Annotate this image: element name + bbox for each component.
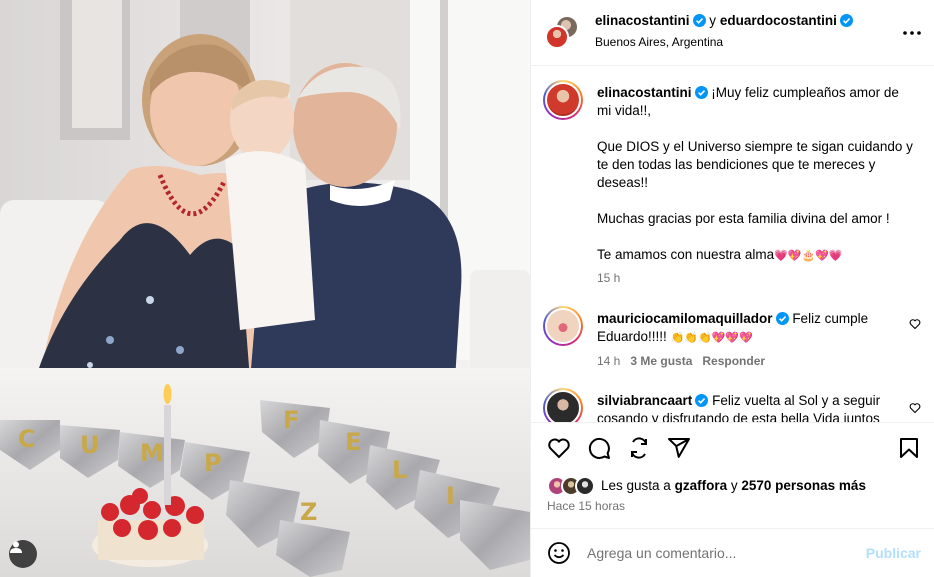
share-icon[interactable] bbox=[627, 436, 651, 460]
banner-letter: U bbox=[80, 431, 100, 459]
comment-likes-link[interactable]: 3 Me gusta bbox=[630, 354, 692, 368]
heart-emoji: 💖 bbox=[725, 331, 740, 344]
comment-username-link[interactable]: silviabrancaart bbox=[597, 393, 692, 408]
caption-username-link[interactable]: elinacostantini bbox=[597, 85, 692, 100]
more-options-button[interactable] bbox=[903, 24, 921, 35]
coauthor-username-link[interactable]: eduardocostantini bbox=[720, 13, 837, 28]
author-username-link[interactable]: elinacostantini bbox=[595, 13, 690, 28]
banner-letter: I bbox=[446, 482, 455, 510]
avatar bbox=[575, 476, 595, 496]
post-actions bbox=[531, 422, 934, 472]
clap-emoji: 👏 bbox=[697, 331, 712, 344]
cake-emoji: 🎂 bbox=[801, 249, 816, 262]
save-icon[interactable] bbox=[897, 436, 921, 460]
comment-composer: Publicar bbox=[531, 528, 934, 577]
location-link[interactable]: Buenos Aires, Argentina bbox=[595, 35, 723, 49]
post-side-panel: elinacostantini y eduardocostantini Buen… bbox=[530, 0, 934, 577]
caption-line: Muchas gracias por esta familia divina d… bbox=[597, 211, 890, 226]
caption-time[interactable]: 15 h bbox=[597, 271, 620, 285]
caption-line: Que DIOS y el Universo siempre te sigan … bbox=[597, 139, 913, 190]
comment-like-heart-icon[interactable] bbox=[909, 318, 921, 330]
heart-emoji: 💖 bbox=[711, 331, 726, 344]
likes-joiner: y bbox=[730, 478, 738, 493]
banner-letter: Z bbox=[300, 498, 317, 526]
comment-avatar[interactable] bbox=[543, 388, 583, 422]
likes-prefix: Les gusta a bbox=[601, 478, 671, 493]
comment-username-link[interactable]: mauriciocamilomaquillador bbox=[597, 311, 773, 326]
banner-letter: C bbox=[18, 425, 36, 453]
comment-time[interactable]: 14 h bbox=[597, 354, 620, 368]
likes-count-link[interactable]: 2570 personas más bbox=[741, 478, 866, 493]
emoji-icon[interactable] bbox=[547, 541, 571, 565]
user-tag-button[interactable] bbox=[9, 540, 37, 568]
comment-icon[interactable] bbox=[587, 436, 611, 460]
more-icon bbox=[903, 31, 921, 35]
collab-avatars[interactable] bbox=[545, 15, 581, 51]
post-header: elinacostantini y eduardocostantini Buen… bbox=[531, 0, 934, 66]
verified-badge-icon bbox=[839, 14, 853, 27]
heart-emoji: 💖 bbox=[739, 331, 753, 344]
clap-emoji: 👏 bbox=[670, 331, 685, 344]
comment-avatar[interactable] bbox=[543, 306, 583, 346]
banner-letter: M bbox=[140, 439, 164, 467]
comment-like-heart-icon[interactable] bbox=[909, 402, 921, 414]
heart-emoji: 💖 bbox=[815, 249, 829, 262]
banner-letter: E bbox=[345, 428, 361, 456]
user-tag-icon bbox=[10, 541, 22, 553]
comment-input[interactable] bbox=[587, 542, 847, 564]
heart-emoji: 💗 bbox=[828, 249, 843, 262]
caption-line: Te amamos con nuestra alma bbox=[597, 247, 775, 262]
photo-illustration: C U M P F E L I Z bbox=[0, 0, 530, 577]
comment-body: mauriciocamilomaquillador Feliz cumple E… bbox=[597, 310, 915, 347]
banner-letter: L bbox=[392, 456, 407, 484]
post-photo[interactable]: C U M P F E L I Z bbox=[0, 0, 530, 577]
collab-names: elinacostantini y eduardocostantini bbox=[595, 13, 853, 28]
clap-emoji: 👏 bbox=[684, 331, 698, 344]
verified-badge-icon bbox=[692, 14, 706, 27]
verified-badge-icon bbox=[695, 394, 709, 407]
comment-body: silviabrancaart Feliz vuelta al Sol y a … bbox=[597, 392, 915, 422]
avatar bbox=[545, 25, 569, 49]
verified-badge-icon bbox=[775, 312, 789, 325]
liker-username-link[interactable]: gzaffora bbox=[675, 478, 728, 493]
caption-avatar[interactable] bbox=[543, 80, 583, 120]
verified-badge-icon bbox=[694, 86, 708, 99]
heart-emoji: 💗 bbox=[774, 249, 788, 262]
post-caption: elinacostantini ¡Muy feliz cumpleaños am… bbox=[597, 84, 915, 265]
likes-summary: Les gusta a gzaffora y 2570 personas más bbox=[547, 476, 927, 496]
send-icon[interactable] bbox=[667, 436, 691, 460]
banner-letter: P bbox=[204, 449, 222, 477]
like-heart-icon[interactable] bbox=[547, 436, 571, 460]
publish-button[interactable]: Publicar bbox=[866, 545, 921, 561]
banner-letter: F bbox=[283, 406, 299, 434]
comments-list[interactable]: elinacostantini ¡Muy feliz cumpleaños am… bbox=[531, 66, 934, 422]
heart-emoji: 💖 bbox=[787, 249, 802, 262]
conjunction-text: y bbox=[709, 13, 717, 28]
comment-meta: 14 h 3 Me gusta Responder bbox=[597, 354, 765, 368]
reply-button[interactable]: Responder bbox=[702, 354, 765, 368]
post-timestamp[interactable]: Hace 15 horas bbox=[547, 499, 625, 513]
likes-text[interactable]: Les gusta a gzaffora y 2570 personas más bbox=[601, 478, 866, 493]
